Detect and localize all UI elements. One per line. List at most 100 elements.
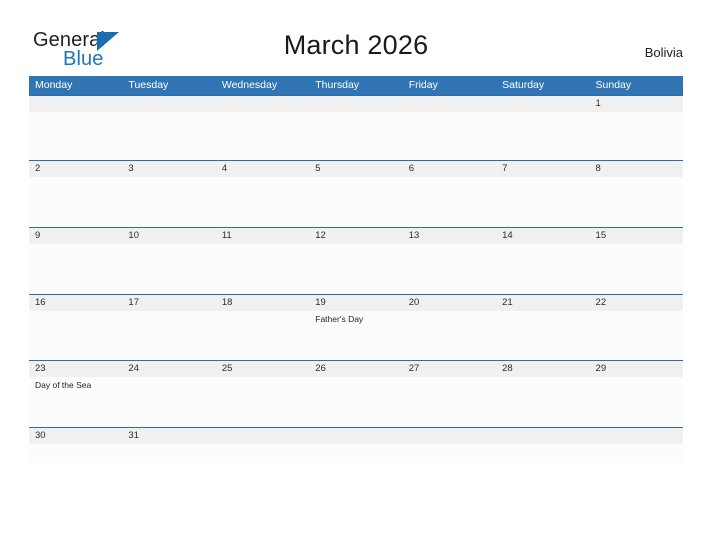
- day-event: [403, 112, 496, 115]
- day-number[interactable]: 7: [496, 161, 589, 177]
- day-number[interactable]: [29, 96, 122, 112]
- day-number[interactable]: 2: [29, 161, 122, 177]
- day-number[interactable]: 24: [122, 361, 215, 377]
- day-event: [403, 377, 496, 391]
- day-event: [122, 311, 215, 325]
- day-number[interactable]: 26: [309, 361, 402, 377]
- day-number[interactable]: [309, 428, 402, 444]
- day-event-fathers-day: Father's Day: [315, 314, 364, 324]
- day-number[interactable]: 20: [403, 295, 496, 311]
- day-number[interactable]: 28: [496, 361, 589, 377]
- weekday-header-saturday: Saturday: [502, 79, 545, 91]
- day-number[interactable]: 11: [216, 228, 309, 244]
- region-label: Bolivia: [644, 45, 683, 60]
- day-number[interactable]: [496, 428, 589, 444]
- day-event: [590, 311, 683, 325]
- calendar-week-row: 16 17 18 19 20 21 22 Father's Day: [29, 294, 683, 360]
- week-date-band: 1: [29, 96, 683, 112]
- day-number[interactable]: 22: [590, 295, 683, 311]
- page-header: General Blue March 2026 Bolivia: [0, 0, 712, 76]
- week-event-band: [29, 177, 683, 180]
- day-event: [309, 112, 402, 115]
- day-number[interactable]: 13: [403, 228, 496, 244]
- day-event: [216, 112, 309, 115]
- calendar-week-row: 1: [29, 95, 683, 160]
- day-number[interactable]: 1: [590, 96, 683, 112]
- day-event: [403, 444, 496, 447]
- weekday-header-monday: Monday: [35, 79, 73, 91]
- week-date-band: 9 10 11 12 13 14 15: [29, 228, 683, 244]
- day-event: [216, 177, 309, 180]
- day-event: [590, 377, 683, 391]
- day-event: [216, 311, 309, 325]
- day-number[interactable]: [590, 428, 683, 444]
- day-number[interactable]: [216, 96, 309, 112]
- day-number[interactable]: 27: [403, 361, 496, 377]
- week-date-band: 30 31: [29, 428, 683, 444]
- day-event-day-of-the-sea: Day of the Sea: [35, 380, 92, 390]
- day-event: [403, 311, 496, 325]
- day-number[interactable]: 4: [216, 161, 309, 177]
- day-number[interactable]: 16: [29, 295, 122, 311]
- day-number[interactable]: 15: [590, 228, 683, 244]
- day-number[interactable]: 23: [29, 361, 122, 377]
- day-number[interactable]: 31: [122, 428, 215, 444]
- day-event: [122, 244, 215, 247]
- day-number[interactable]: 30: [29, 428, 122, 444]
- day-event: [216, 377, 309, 391]
- week-date-band: 16 17 18 19 20 21 22: [29, 295, 683, 311]
- day-number[interactable]: [403, 428, 496, 444]
- calendar-week-row: 9 10 11 12 13 14 15: [29, 227, 683, 294]
- day-event: [590, 244, 683, 247]
- day-number[interactable]: 18: [216, 295, 309, 311]
- day-number[interactable]: 14: [496, 228, 589, 244]
- day-number[interactable]: 21: [496, 295, 589, 311]
- day-event: [122, 444, 215, 447]
- calendar-page: General Blue March 2026 Bolivia Monday T…: [0, 0, 712, 550]
- weekday-header-friday: Friday: [408, 79, 438, 91]
- day-number[interactable]: 9: [29, 228, 122, 244]
- day-number[interactable]: [122, 96, 215, 112]
- week-event-band: [29, 444, 683, 447]
- day-event: [29, 311, 122, 325]
- day-event: [590, 177, 683, 180]
- week-event-band: [29, 112, 683, 115]
- day-number[interactable]: [496, 96, 589, 112]
- day-number[interactable]: [403, 96, 496, 112]
- day-event: [403, 177, 496, 180]
- day-number[interactable]: 12: [309, 228, 402, 244]
- day-event: [496, 244, 589, 247]
- day-event: [216, 244, 309, 247]
- day-number[interactable]: 25: [216, 361, 309, 377]
- day-event: [496, 377, 589, 391]
- calendar-week-row: 23 24 25 26 27 28 29 Day of the Sea: [29, 360, 683, 427]
- day-number[interactable]: [309, 96, 402, 112]
- day-number[interactable]: 3: [122, 161, 215, 177]
- day-number[interactable]: [216, 428, 309, 444]
- day-event: [496, 311, 589, 325]
- day-event: [29, 444, 122, 447]
- day-number[interactable]: 6: [403, 161, 496, 177]
- weekday-header-wednesday: Wednesday: [221, 79, 278, 91]
- day-number[interactable]: 19: [309, 295, 402, 311]
- week-event-band: [29, 244, 683, 247]
- day-event: [496, 444, 589, 447]
- day-number[interactable]: 29: [590, 361, 683, 377]
- day-event: [122, 377, 215, 391]
- day-number[interactable]: 10: [122, 228, 215, 244]
- week-date-band: 2 3 4 5 6 7 8: [29, 161, 683, 177]
- weekday-header-tuesday: Tuesday: [128, 79, 169, 91]
- weekday-header-thursday: Thursday: [315, 79, 360, 91]
- day-event: [309, 177, 402, 180]
- day-event: [309, 444, 402, 447]
- calendar-week-row: 2 3 4 5 6 7 8: [29, 160, 683, 227]
- day-number[interactable]: 17: [122, 295, 215, 311]
- day-number[interactable]: 8: [590, 161, 683, 177]
- day-event: [309, 377, 402, 391]
- day-event: [496, 177, 589, 180]
- day-event: [496, 112, 589, 115]
- calendar-grid: Monday Tuesday Wednesday Thursday Friday…: [29, 76, 683, 463]
- day-event: [122, 112, 215, 115]
- weekday-header-row: Monday Tuesday Wednesday Thursday Friday…: [29, 76, 683, 95]
- day-number[interactable]: 5: [309, 161, 402, 177]
